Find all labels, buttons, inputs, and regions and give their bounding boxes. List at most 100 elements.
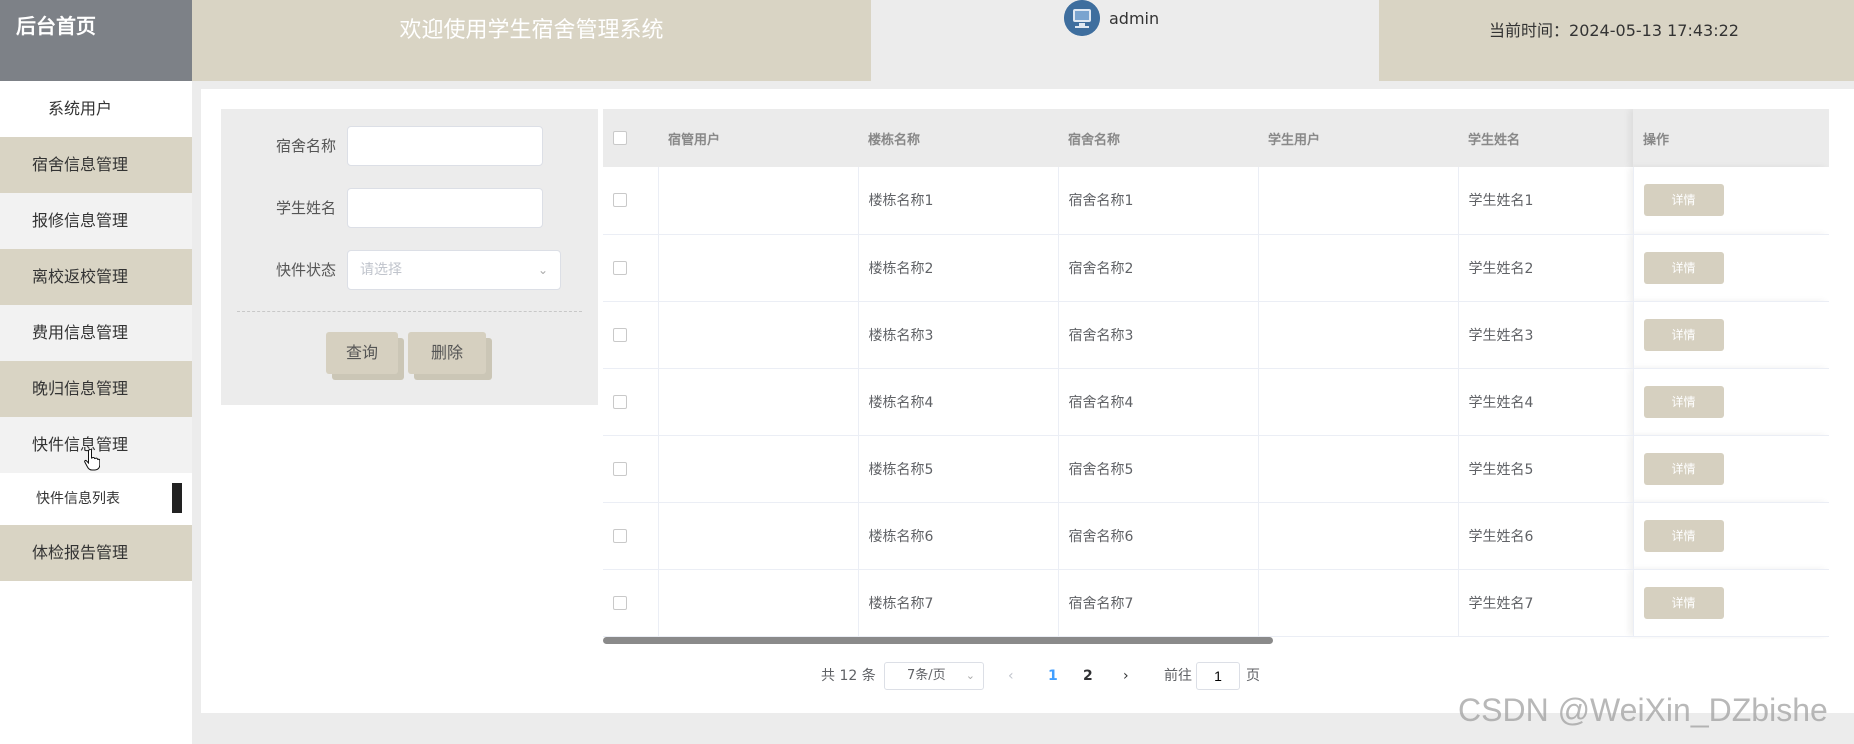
detail-button[interactable]: 详情 xyxy=(1643,586,1724,619)
data-table: 宿管用户 楼栋名称 宿舍名称 学生用户 学生姓名 操作 楼栋名称1 宿舍名称1 … xyxy=(603,109,1829,639)
chevron-down-icon: ⌄ xyxy=(965,669,975,682)
cell-student-user xyxy=(1258,234,1459,302)
col-dorm-name: 宿舍名称 xyxy=(1058,109,1258,167)
cell-dorm: 宿舍名称2 xyxy=(1058,234,1259,302)
detail-button[interactable]: 详情 xyxy=(1643,385,1724,418)
cell-building: 楼栋名称5 xyxy=(858,435,1059,503)
prev-page-icon[interactable]: ‹ xyxy=(1008,662,1014,690)
table-row: 楼栋名称1 宿舍名称1 学生姓名1 详情 xyxy=(603,167,1829,235)
cell-student-name: 学生姓名6 xyxy=(1458,502,1634,570)
cell-manager xyxy=(658,502,859,570)
table-row: 楼栋名称6 宿舍名称6 学生姓名6 详情 xyxy=(603,502,1829,570)
hand-cursor-icon xyxy=(84,449,100,471)
cell-student-name: 学生姓名1 xyxy=(1458,167,1634,235)
student-name-label: 学生姓名 xyxy=(275,199,336,217)
cell-student-user xyxy=(1258,301,1459,369)
goto-prefix: 前往 xyxy=(1164,668,1192,684)
sidebar-subitem-parcel-list[interactable]: 快件信息列表 xyxy=(0,473,192,525)
row-checkbox[interactable] xyxy=(613,260,627,275)
dorm-name-label: 宿舍名称 xyxy=(275,137,336,155)
cell-manager xyxy=(658,234,859,302)
query-button[interactable]: 查询 xyxy=(326,332,398,374)
cell-building: 楼栋名称3 xyxy=(858,301,1059,369)
username[interactable]: admin xyxy=(1109,9,1159,28)
row-checkbox[interactable] xyxy=(613,327,627,342)
student-name-input[interactable] xyxy=(347,188,543,228)
page-size-select[interactable]: 7条/页 ⌄ xyxy=(884,662,984,690)
sidebar-item-repair-info[interactable]: 报修信息管理 xyxy=(0,193,192,249)
sidebar-item-late-return[interactable]: 晚归信息管理 xyxy=(0,361,192,417)
cell-student-user xyxy=(1258,368,1459,436)
detail-button[interactable]: 详情 xyxy=(1643,251,1724,284)
sidebar-item-health-report[interactable]: 体检报告管理 xyxy=(0,525,192,581)
goto-suffix: 页 xyxy=(1246,668,1260,684)
cell-student-user xyxy=(1258,569,1459,637)
table-row: 楼栋名称2 宿舍名称2 学生姓名2 详情 xyxy=(603,234,1829,302)
cell-manager xyxy=(658,569,859,637)
table-header-row: 宿管用户 楼栋名称 宿舍名称 学生用户 学生姓名 操作 xyxy=(603,109,1829,167)
avatar[interactable] xyxy=(1064,0,1100,36)
goto-page-input[interactable] xyxy=(1196,662,1240,690)
top-bar: 后台首页 欢迎使用学生宿舍管理系统 admin 当前时间：2024-05-13 … xyxy=(0,0,1854,81)
row-checkbox[interactable] xyxy=(613,193,627,208)
current-time: 当前时间：2024-05-13 17:43:22 xyxy=(1379,0,1854,81)
chevron-down-icon: ⌄ xyxy=(537,263,548,277)
detail-button[interactable]: 详情 xyxy=(1643,452,1724,485)
sidebar-item-fee-info[interactable]: 费用信息管理 xyxy=(0,305,192,361)
select-all-checkbox[interactable] xyxy=(613,131,627,145)
page-number-2[interactable]: 2 xyxy=(1083,662,1093,690)
cell-building: 楼栋名称6 xyxy=(858,502,1059,570)
delete-button[interactable]: 删除 xyxy=(408,332,486,374)
detail-button[interactable]: 详情 xyxy=(1643,519,1724,552)
next-page-icon[interactable]: › xyxy=(1123,662,1129,690)
parcel-status-label: 快件状态 xyxy=(275,261,336,279)
status-placeholder: 请选择 xyxy=(360,262,402,278)
cell-student-user xyxy=(1258,167,1459,235)
col-manager-user: 宿管用户 xyxy=(658,109,858,167)
page-size-value: 7条/页 xyxy=(907,668,946,683)
row-checkbox[interactable] xyxy=(613,394,627,409)
time-value: 2024-05-13 17:43:22 xyxy=(1569,21,1739,40)
page-number-1[interactable]: 1 xyxy=(1048,662,1058,690)
table-row: 楼栋名称4 宿舍名称4 学生姓名4 详情 xyxy=(603,368,1829,436)
col-actions: 操作 xyxy=(1633,109,1829,167)
cell-building: 楼栋名称7 xyxy=(858,569,1059,637)
cell-student-name: 学生姓名2 xyxy=(1458,234,1634,302)
cell-student-name: 学生姓名4 xyxy=(1458,368,1634,436)
row-checkbox[interactable] xyxy=(613,595,627,610)
cell-student-user xyxy=(1258,435,1459,503)
cell-dorm: 宿舍名称7 xyxy=(1058,569,1259,637)
user-box: admin xyxy=(871,0,1379,81)
sidebar-item-leave-return[interactable]: 离校返校管理 xyxy=(0,249,192,305)
cell-student-name: 学生姓名7 xyxy=(1458,569,1634,637)
cell-dorm: 宿舍名称1 xyxy=(1058,167,1259,235)
table-row: 楼栋名称3 宿舍名称3 学生姓名3 详情 xyxy=(603,301,1829,369)
sidebar-item-system-users[interactable]: 系统用户 xyxy=(0,81,192,137)
cell-manager xyxy=(658,167,859,235)
cell-manager xyxy=(658,301,859,369)
avatar-icon xyxy=(1064,0,1100,36)
dorm-name-input[interactable] xyxy=(347,126,543,166)
detail-button[interactable]: 详情 xyxy=(1643,184,1724,217)
cell-building: 楼栋名称2 xyxy=(858,234,1059,302)
watermark: CSDN @WeiXin_DZbishe xyxy=(1458,692,1828,728)
col-student-name: 学生姓名 xyxy=(1458,109,1633,167)
sidebar-item-dorm-info[interactable]: 宿舍信息管理 xyxy=(0,137,192,193)
cell-dorm: 宿舍名称3 xyxy=(1058,301,1259,369)
row-checkbox[interactable] xyxy=(613,461,627,476)
cell-student-name: 学生姓名5 xyxy=(1458,435,1634,503)
col-building-name: 楼栋名称 xyxy=(858,109,1058,167)
table-row: 楼栋名称5 宿舍名称5 学生姓名5 详情 xyxy=(603,435,1829,503)
brand-home-link[interactable]: 后台首页 xyxy=(0,0,192,81)
welcome-title: 欢迎使用学生宿舍管理系统 xyxy=(192,0,871,81)
search-panel: 宿舍名称 学生姓名 快件状态 请选择 ⌄ 查询 删除 xyxy=(221,109,598,405)
detail-button[interactable]: 详情 xyxy=(1643,318,1724,351)
parcel-status-select[interactable]: 请选择 ⌄ xyxy=(347,250,561,290)
header-select-all[interactable] xyxy=(603,109,658,167)
sidebar: 系统用户 宿舍信息管理 报修信息管理 离校返校管理 费用信息管理 晚归信息管理 … xyxy=(0,81,192,744)
cell-building: 楼栋名称4 xyxy=(858,368,1059,436)
row-checkbox[interactable] xyxy=(613,528,627,543)
active-marker xyxy=(172,483,182,513)
cell-manager xyxy=(658,368,859,436)
horizontal-scrollbar[interactable] xyxy=(603,637,1273,644)
